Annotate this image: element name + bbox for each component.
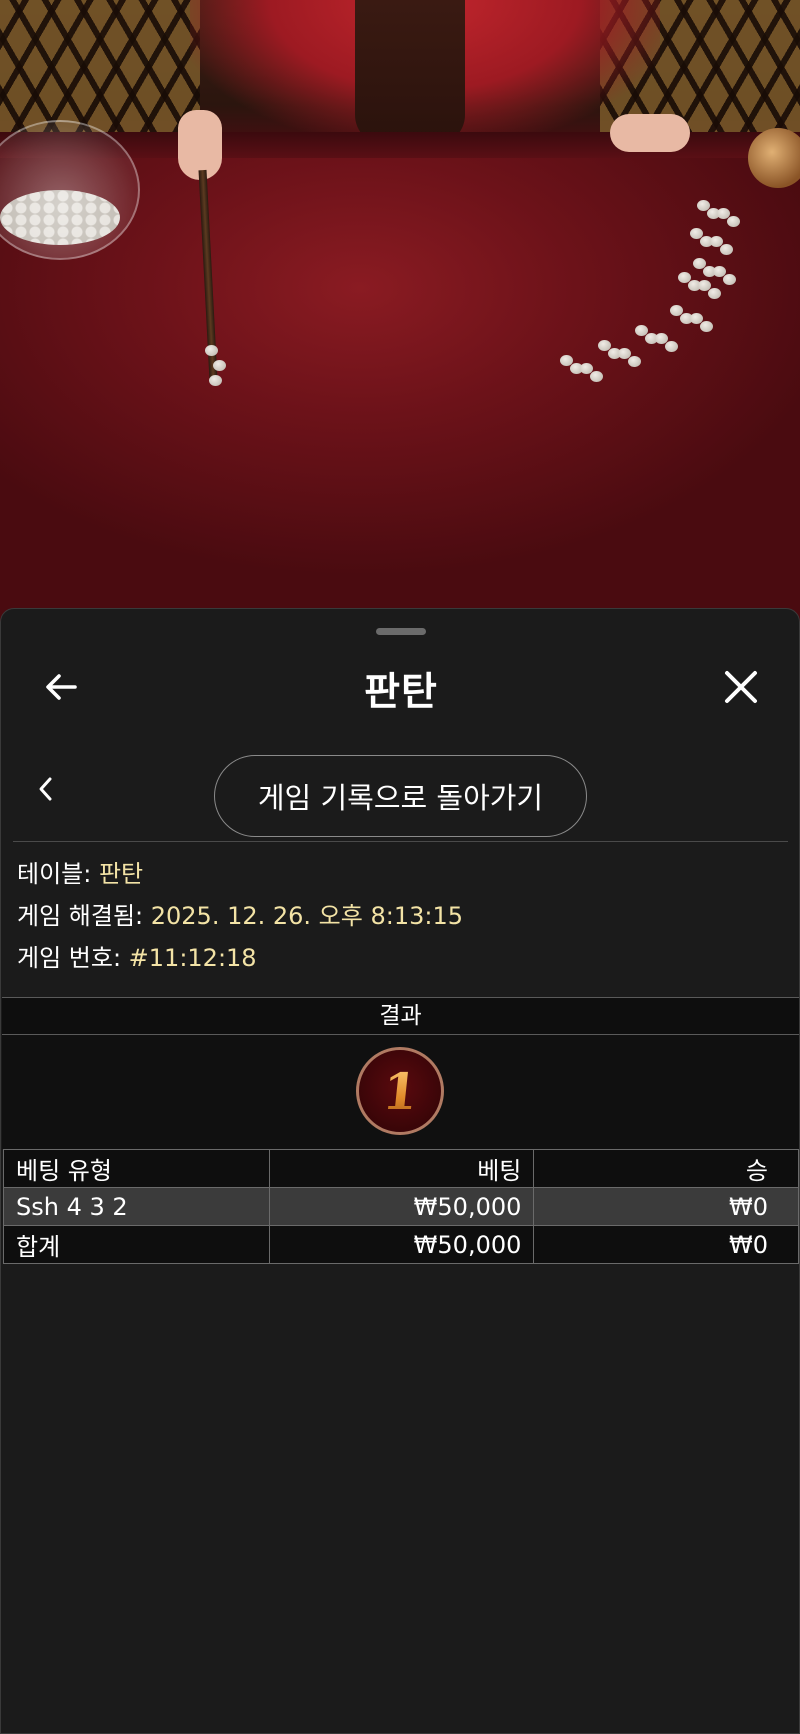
total-bet-cell: ₩50,000: [268, 1225, 535, 1264]
bet-type-cell: Ssh 4 3 2: [3, 1187, 270, 1226]
close-icon[interactable]: [721, 667, 761, 707]
column-header-win: 승: [533, 1149, 799, 1188]
divider: [13, 841, 788, 842]
bead: [590, 371, 603, 382]
info-table-label: 테이블:: [17, 860, 99, 888]
dealer-hair: [355, 0, 465, 145]
live-video-background: [0, 0, 800, 640]
total-label-cell: 합계: [3, 1225, 270, 1264]
chevron-left-icon[interactable]: [33, 773, 59, 805]
lattice-decoration-left: [0, 0, 200, 140]
result-ball: 1: [356, 1047, 444, 1135]
info-table-value: 판탄: [98, 860, 144, 888]
bead: [708, 288, 721, 299]
info-game-number: 게임 번호: #11:12:18: [17, 937, 787, 979]
bead: [209, 375, 222, 386]
dealer-hand-right: [610, 114, 690, 152]
bet-amount-cell: ₩50,000: [268, 1187, 535, 1226]
drag-handle[interactable]: [376, 628, 426, 635]
history-nav: 게임 기록으로 돌아가기: [1, 745, 800, 837]
game-detail-sheet: 판탄 게임 기록으로 돌아가기 테이블: 판탄 게임 해결됨: 2025. 12…: [0, 608, 800, 1734]
page-title: 판탄: [364, 670, 438, 715]
bets-table: 베팅 유형 베팅 승 Ssh 4 3 2 ₩50,000 ₩0 합계 ₩50,0…: [3, 1149, 799, 1264]
table-row-total: 합계 ₩50,000 ₩0: [3, 1225, 799, 1264]
game-info: 테이블: 판탄 게임 해결됨: 2025. 12. 26. 오후 8:13:15…: [17, 853, 787, 979]
result-number: 1: [379, 1061, 421, 1121]
bead: [665, 341, 678, 352]
bead: [723, 274, 736, 285]
bead: [205, 345, 218, 356]
info-resolved: 게임 해결됨: 2025. 12. 26. 오후 8:13:15: [17, 895, 787, 937]
win-amount-cell: ₩0: [533, 1187, 799, 1226]
table-header-row: 베팅 유형 베팅 승: [3, 1149, 799, 1188]
bead: [213, 360, 226, 371]
table-row: Ssh 4 3 2 ₩50,000 ₩0: [3, 1187, 799, 1226]
info-resolved-label: 게임 해결됨:: [17, 902, 151, 930]
info-game-number-value: #11:12:18: [128, 944, 257, 972]
brass-cup: [748, 128, 800, 188]
bead: [720, 244, 733, 255]
info-table: 테이블: 판탄: [17, 853, 787, 895]
bead: [628, 356, 641, 367]
column-header-bet-type: 베팅 유형: [3, 1149, 270, 1188]
result-header: 결과: [2, 997, 799, 1035]
bead: [727, 216, 740, 227]
back-to-history-button[interactable]: 게임 기록으로 돌아가기: [214, 755, 587, 837]
result-section: 1: [2, 1035, 799, 1149]
bead: [700, 321, 713, 332]
column-header-bet: 베팅: [268, 1149, 535, 1188]
info-resolved-value: 2025. 12. 26. 오후 8:13:15: [150, 902, 463, 930]
total-win-cell: ₩0: [533, 1225, 799, 1264]
info-game-number-label: 게임 번호:: [17, 944, 129, 972]
sheet-header: 판탄: [1, 649, 800, 719]
